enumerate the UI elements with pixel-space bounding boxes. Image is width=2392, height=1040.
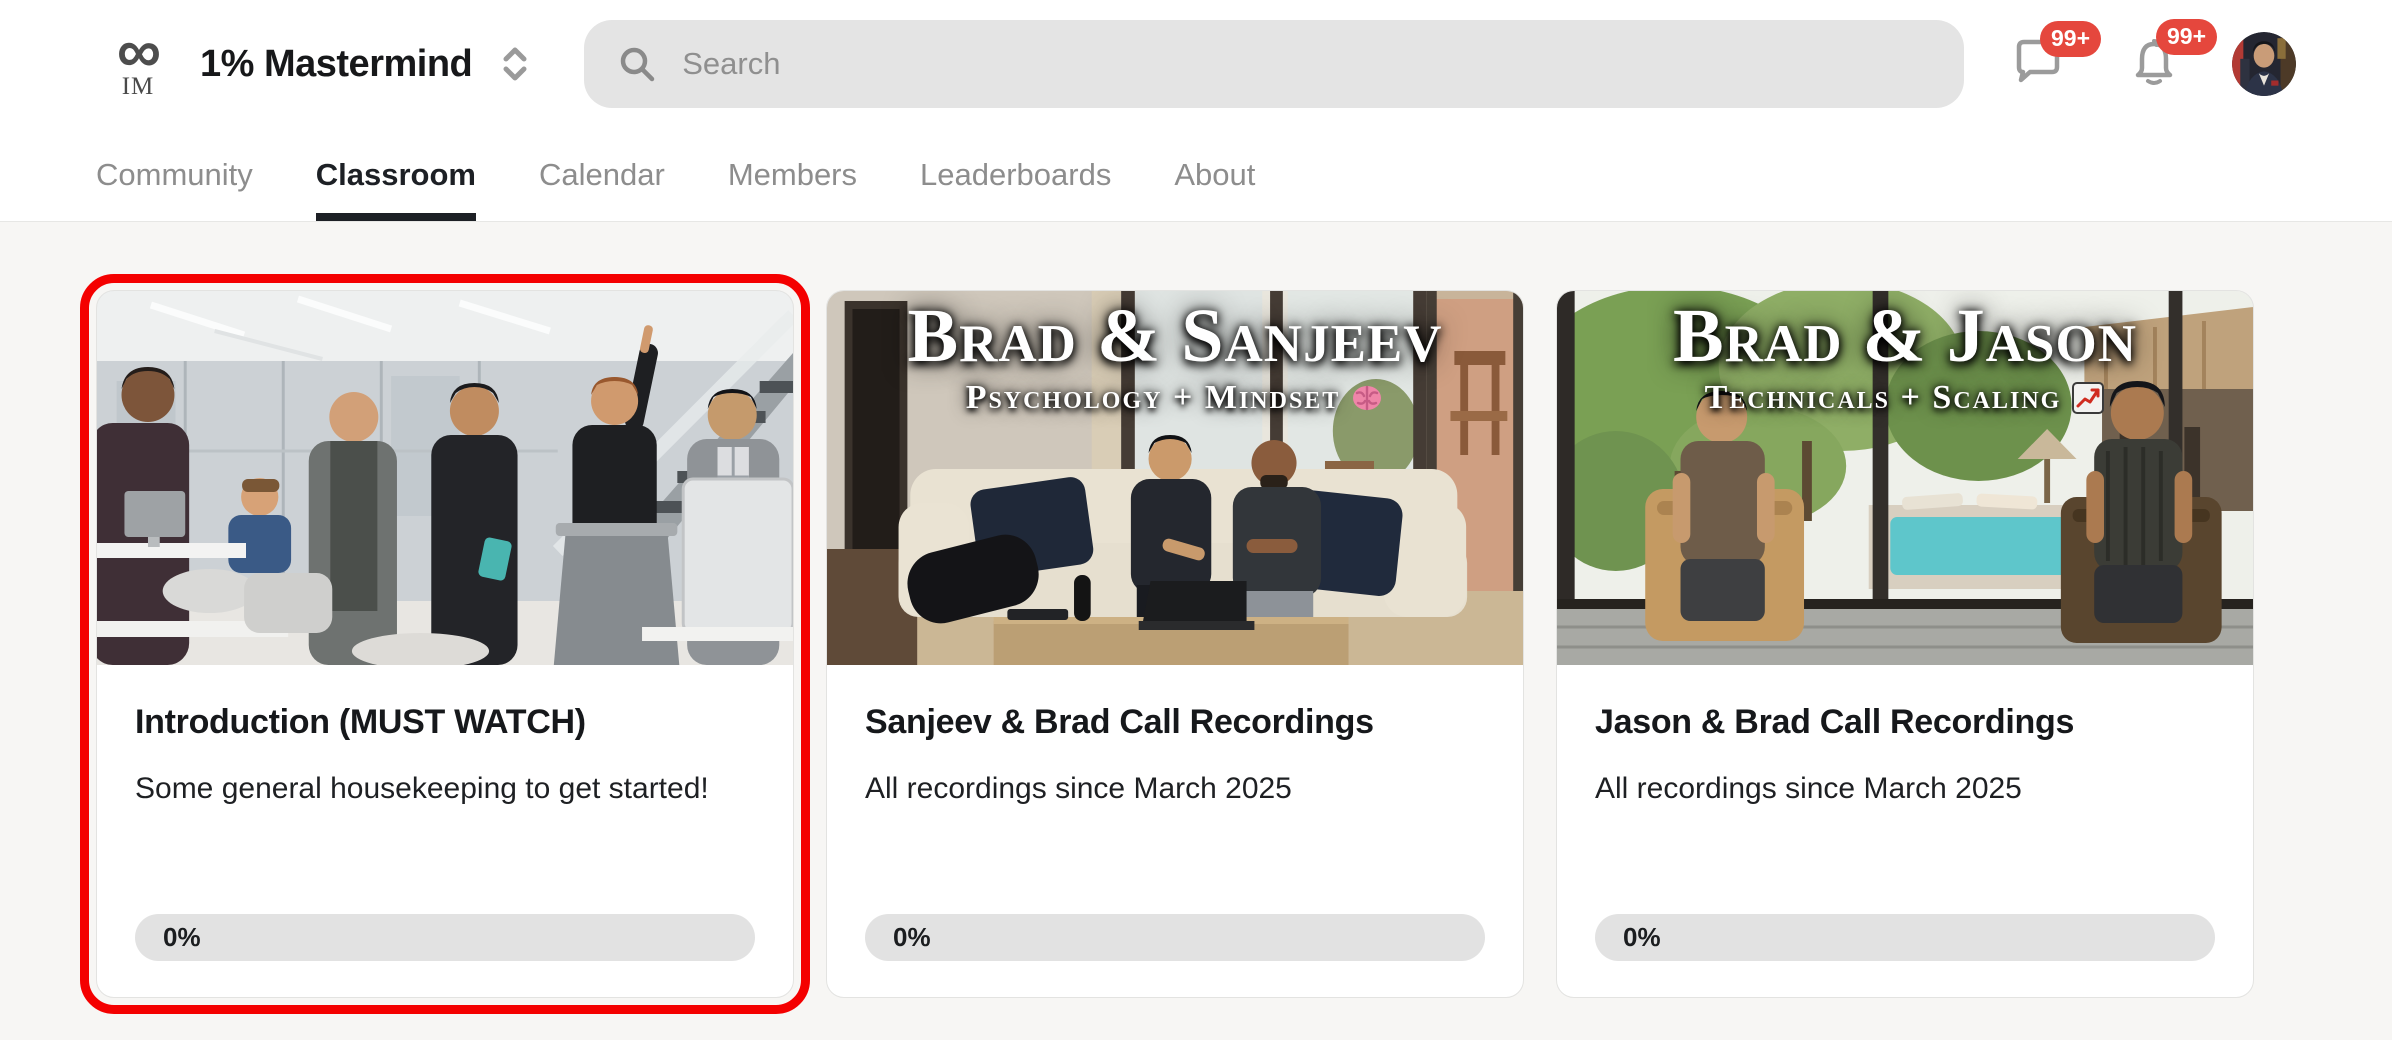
tab-leaderboards[interactable]: Leaderboards [920,128,1111,221]
course-card-body: Introduction (MUST WATCH) Some general h… [97,665,793,997]
course-progress-bar: 0% [135,914,755,961]
course-progress-bar: 0% [1595,914,2215,961]
course-description: Some general housekeeping to get started… [135,772,709,805]
course-progress-bar: 0% [865,914,1485,961]
community-nav: Community Classroom Calendar Members Lea… [0,128,2392,221]
community-switcher-button[interactable] [498,42,532,86]
chat-button[interactable]: 99+ [2012,20,2102,92]
logo-monogram: IM [121,73,155,100]
course-cover-sanjeev-brad: Brad & Sanjeev Psychology + Mindset [827,291,1523,665]
tab-about[interactable]: About [1174,128,1255,221]
course-title: Sanjeev & Brad Call Recordings [865,703,1374,741]
header-top-row: ∞ IM 1% Mastermind 99+ [0,0,2392,128]
course-card-introduction[interactable]: Introduction (MUST WATCH) Some general h… [80,274,810,1014]
tab-members[interactable]: Members [728,128,857,221]
tab-community[interactable]: Community [96,128,253,221]
course-card-sanjeev-brad[interactable]: Brad & Sanjeev Psychology + Mindset Sanj… [826,290,1524,998]
tab-classroom[interactable]: Classroom [315,128,477,221]
course-title: Jason & Brad Call Recordings [1595,703,2075,741]
avatar-image [2232,32,2296,96]
course-card-jason-brad[interactable]: Brad & Jason Technicals + Scaling Jason … [1556,290,2254,998]
search-input[interactable] [682,46,1930,82]
progress-label: 0% [893,922,931,952]
course-card-body: Sanjeev & Brad Call Recordings All recor… [827,665,1523,997]
course-title: Introduction (MUST WATCH) [135,703,586,741]
office-team-meeting-image [97,291,793,665]
community-name: 1% Mastermind [200,42,473,85]
course-cover-introduction [97,291,793,665]
header: ∞ IM 1% Mastermind 99+ [0,0,2392,222]
infinity-logo-icon: ∞ [116,17,161,86]
chat-badge: 99+ [2040,20,2102,57]
notifications-badge: 99+ [2156,18,2218,55]
progress-label: 0% [163,922,201,952]
tropical-villa-image [1557,291,2253,665]
course-description: All recordings since March 2025 [865,772,1292,805]
chevron-up-down-icon [503,47,527,81]
community-logo[interactable]: ∞ IM [104,17,172,100]
course-cover-jason-brad: Brad & Jason Technicals + Scaling [1557,291,2253,665]
search-bar[interactable] [584,20,1964,108]
tab-calendar[interactable]: Calendar [539,128,665,221]
header-actions: 99+ 99+ [2012,18,2296,96]
progress-label: 0% [1623,922,1661,952]
course-card-body: Jason & Brad Call Recordings All recordi… [1557,665,2253,997]
classroom-course-grid: Introduction (MUST WATCH) Some general h… [0,222,2392,1014]
course-description: All recordings since March 2025 [1595,772,2022,805]
user-avatar[interactable] [2232,32,2296,96]
notifications-button[interactable]: 99+ [2128,18,2218,94]
search-icon [621,47,655,82]
living-room-couch-image [827,291,1523,665]
